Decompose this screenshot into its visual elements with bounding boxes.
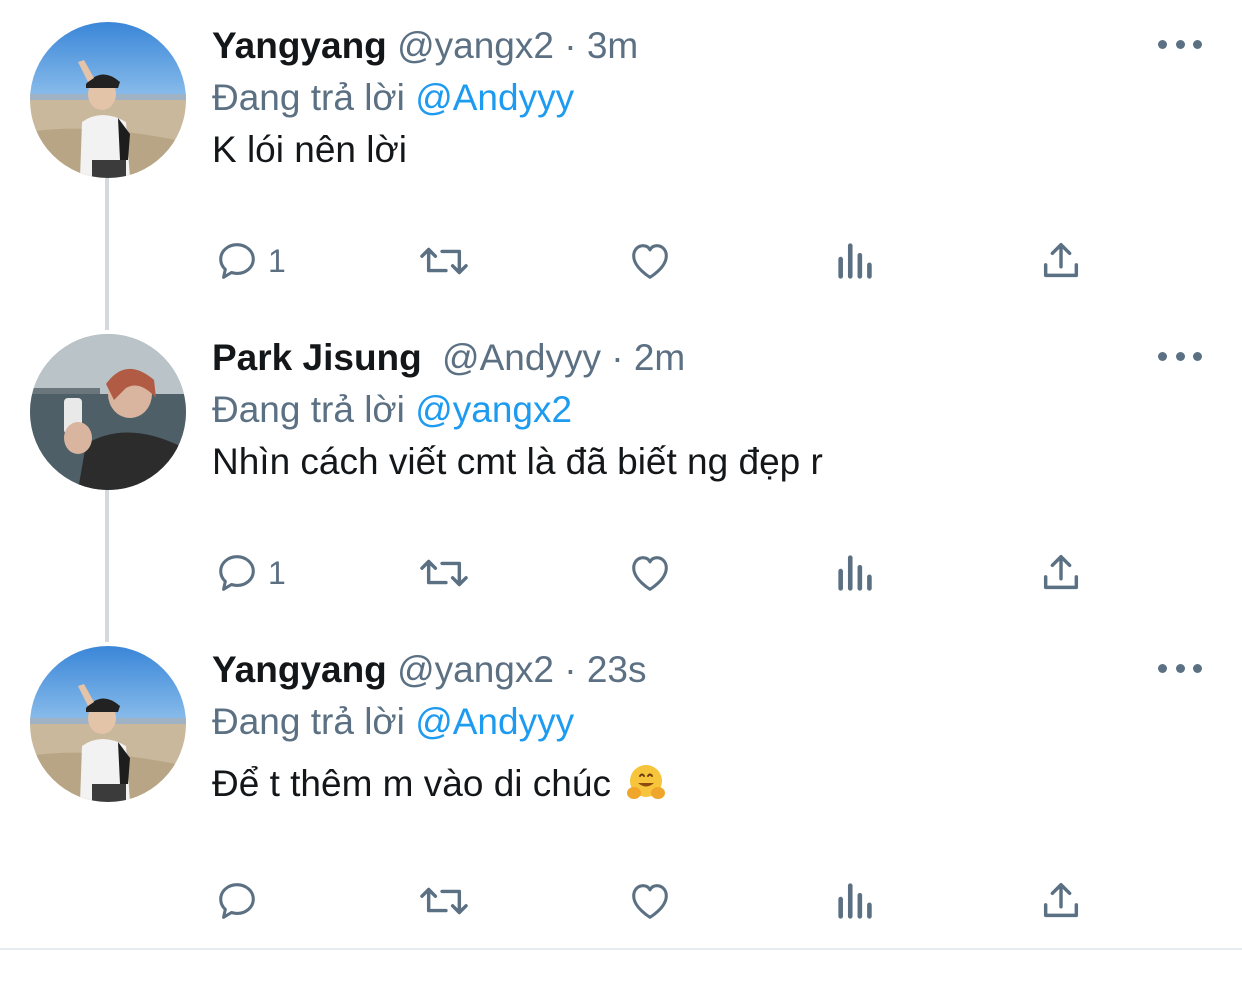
reply-prefix: Đang trả lời xyxy=(212,701,405,742)
replying-to: Đang trả lời @yangx2 xyxy=(212,386,572,434)
analytics-button[interactable] xyxy=(834,548,878,598)
tweet[interactable]: Yangyang @yangx2 · 23s Đang trả lời @And… xyxy=(0,646,1242,936)
more-options-icon[interactable] xyxy=(1158,344,1202,368)
tweet-text: K lói nên lời xyxy=(212,129,407,170)
separator: · xyxy=(553,649,587,690)
share-icon xyxy=(1043,554,1079,590)
tweet-text-content: Để t thêm m vào di chúc xyxy=(212,763,611,804)
mention-link[interactable]: @Andyyy xyxy=(415,701,574,742)
handle[interactable]: @yangx2 xyxy=(397,649,554,690)
share-button[interactable] xyxy=(1038,236,1084,286)
display-name[interactable]: Park Jisung xyxy=(212,337,422,378)
tweet-text: Để t thêm m vào di chúc xyxy=(212,760,667,808)
divider xyxy=(0,948,1242,950)
analytics-button[interactable] xyxy=(834,236,878,286)
retweet-button[interactable] xyxy=(416,548,472,598)
tweet-header: Yangyang @yangx2 · 23s xyxy=(212,646,646,694)
share-icon xyxy=(1043,882,1079,918)
reply-count: 1 xyxy=(268,242,286,279)
retweet-icon xyxy=(420,247,468,275)
timestamp[interactable]: 2m xyxy=(634,337,685,378)
reply-prefix: Đang trả lời xyxy=(212,77,405,118)
handle[interactable]: @yangx2 xyxy=(397,25,554,66)
tweet[interactable]: Park Jisung @Andyyy · 2m Đang trả lời @y… xyxy=(0,334,1242,624)
tweet-header: Park Jisung @Andyyy · 2m xyxy=(212,334,685,382)
separator: · xyxy=(553,25,587,66)
action-bar: 1 xyxy=(0,236,1242,286)
avatar[interactable] xyxy=(30,646,186,802)
reply-count: 1 xyxy=(268,554,286,591)
reply-icon xyxy=(219,883,255,919)
tweet-text: Nhìn cách viết cmt là đã biết ng đẹp r xyxy=(212,441,823,482)
like-button[interactable] xyxy=(626,236,674,286)
reply-button[interactable]: 1 xyxy=(214,236,286,286)
replying-to: Đang trả lời @Andyyy xyxy=(212,698,574,746)
share-icon xyxy=(1043,242,1079,278)
action-bar: 1 xyxy=(0,548,1242,598)
analytics-icon xyxy=(838,883,872,919)
tweet-header: Yangyang @yangx2 · 3m xyxy=(212,22,638,70)
analytics-button[interactable] xyxy=(834,876,878,926)
analytics-icon xyxy=(838,555,872,591)
retweet-icon xyxy=(420,559,468,587)
timestamp[interactable]: 3m xyxy=(587,25,638,66)
more-options-icon[interactable] xyxy=(1158,32,1202,56)
like-button[interactable] xyxy=(626,876,674,926)
reply-button[interactable] xyxy=(214,876,268,926)
heart-icon xyxy=(632,244,668,279)
action-bar xyxy=(0,876,1242,926)
avatar[interactable] xyxy=(30,22,186,178)
like-button[interactable] xyxy=(626,548,674,598)
avatar[interactable] xyxy=(30,334,186,490)
handle[interactable]: @Andyyy xyxy=(442,337,601,378)
heart-icon xyxy=(632,556,668,591)
reply-prefix: Đang trả lời xyxy=(212,389,405,430)
mention-link[interactable]: @Andyyy xyxy=(415,77,574,118)
tweet[interactable]: Yangyang @yangx2 · 3m Đang trả lời @Andy… xyxy=(0,22,1242,312)
display-name[interactable]: Yangyang xyxy=(212,25,387,66)
retweet-button[interactable] xyxy=(416,876,472,926)
heart-icon xyxy=(632,884,668,919)
display-name[interactable]: Yangyang xyxy=(212,649,387,690)
mention-link[interactable]: @yangx2 xyxy=(415,389,572,430)
analytics-icon xyxy=(838,243,872,279)
share-button[interactable] xyxy=(1038,876,1084,926)
reply-icon xyxy=(219,555,255,591)
retweet-icon xyxy=(420,887,468,915)
timestamp[interactable]: 23s xyxy=(587,649,647,690)
retweet-button[interactable] xyxy=(416,236,472,286)
more-options-icon[interactable] xyxy=(1158,656,1202,680)
share-button[interactable] xyxy=(1038,548,1084,598)
replying-to: Đang trả lời @Andyyy xyxy=(212,74,574,122)
reply-button[interactable]: 1 xyxy=(214,548,286,598)
reply-icon xyxy=(219,243,255,279)
separator: · xyxy=(600,337,634,378)
hugging-face-emoji-icon xyxy=(627,765,666,799)
